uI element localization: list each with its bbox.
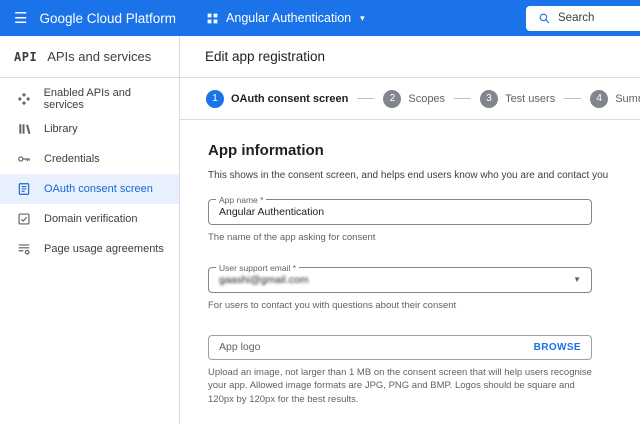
user-support-email-helper: For users to contact you with questions …	[208, 299, 457, 311]
step-number: 1	[206, 89, 224, 108]
app-logo-helper: Upload an image, not larger than 1 MB on…	[208, 366, 592, 406]
sidebar-item-credentials[interactable]: Credentials	[0, 144, 179, 174]
sidebar-item-label: Library	[44, 123, 78, 135]
sidebar-item-library[interactable]: Library	[0, 114, 179, 144]
dropdown-arrow-icon[interactable]: ▼	[573, 275, 581, 284]
project-icon	[206, 12, 219, 25]
sidebar-item-domain-verification[interactable]: Domain verification	[0, 204, 179, 234]
sidebar-item-label: Domain verification	[44, 213, 138, 225]
search-icon	[538, 12, 551, 25]
step-oauth-consent-screen[interactable]: 1 OAuth consent screen	[206, 89, 349, 108]
sidebar-item-page-usage-agreements[interactable]: Page usage agreements	[0, 234, 179, 264]
app-information-form: App information This shows in the consen…	[180, 120, 640, 407]
page-usage-agreements-icon	[16, 242, 32, 256]
brand-title: Google Cloud Platform	[39, 10, 177, 26]
step-number: 2	[383, 89, 402, 108]
hamburger-menu-icon[interactable]: ☰	[14, 11, 27, 26]
sidebar-nav: Enabled APIs and services Library Creden…	[0, 78, 179, 264]
step-separator	[454, 98, 472, 99]
main-content: Edit app registration 1 OAuth consent sc…	[180, 36, 640, 424]
app-name-helper: The name of the app asking for consent	[208, 232, 376, 243]
api-logo-icon: API	[14, 49, 38, 64]
step-label: Scopes	[408, 92, 446, 105]
chevron-down-icon: ▾	[360, 12, 365, 23]
domain-verification-icon	[16, 212, 32, 226]
project-name: Angular Authentication	[226, 11, 352, 25]
credentials-icon	[16, 152, 32, 166]
sidebar: API APIs and services Enabled APIs and s…	[0, 36, 180, 424]
step-label: OAuth consent screen	[231, 92, 349, 105]
sidebar-item-enabled-apis[interactable]: Enabled APIs and services	[0, 84, 179, 114]
app-name-value: Angular Authentication	[219, 206, 325, 218]
browse-button[interactable]: BROWSE	[534, 342, 581, 353]
step-label: Summary	[615, 92, 640, 105]
section-description: This shows in the consent screen, and he…	[208, 170, 609, 181]
sidebar-item-oauth-consent-screen[interactable]: OAuth consent screen	[0, 174, 179, 204]
library-icon	[16, 122, 32, 136]
step-label: Test users	[505, 92, 556, 105]
step-separator	[564, 98, 582, 99]
section-title: App information	[208, 142, 324, 159]
sidebar-title: APIs and services	[47, 49, 152, 64]
app-name-label: App name *	[216, 195, 267, 205]
enabled-apis-icon	[16, 92, 32, 106]
step-number: 3	[480, 89, 499, 108]
user-support-email-value: gaashi@gmail.com	[219, 273, 309, 286]
app-logo-placeholder: App logo	[219, 341, 261, 354]
page-title: Edit app registration	[180, 36, 640, 78]
search-box[interactable]: Search	[526, 5, 640, 31]
search-label: Search	[558, 12, 595, 24]
sidebar-item-label: Credentials	[44, 153, 100, 165]
step-summary[interactable]: 4 Summary	[590, 89, 640, 108]
top-bar: ☰ Google Cloud Platform Angular Authenti…	[0, 0, 640, 36]
stepper: 1 OAuth consent screen 2 Scopes 3 Test u…	[180, 78, 640, 120]
sidebar-header: API APIs and services	[0, 36, 179, 78]
project-selector[interactable]: Angular Authentication ▾	[206, 11, 365, 25]
sidebar-item-label: OAuth consent screen	[44, 183, 153, 195]
step-scopes[interactable]: 2 Scopes	[383, 89, 446, 108]
step-separator	[357, 98, 375, 99]
sidebar-item-label: Page usage agreements	[44, 243, 164, 255]
user-support-email-field[interactable]: User support email * gaashi@gmail.com ▼	[208, 262, 592, 293]
app-name-field[interactable]: App name * Angular Authentication	[208, 195, 592, 225]
step-number: 4	[590, 89, 609, 108]
user-support-email-label: User support email *	[216, 262, 300, 273]
step-test-users[interactable]: 3 Test users	[480, 89, 556, 108]
sidebar-item-label: Enabled APIs and services	[43, 87, 132, 111]
app-logo-field[interactable]: App logo BROWSE	[208, 334, 592, 360]
oauth-consent-icon	[16, 182, 32, 196]
